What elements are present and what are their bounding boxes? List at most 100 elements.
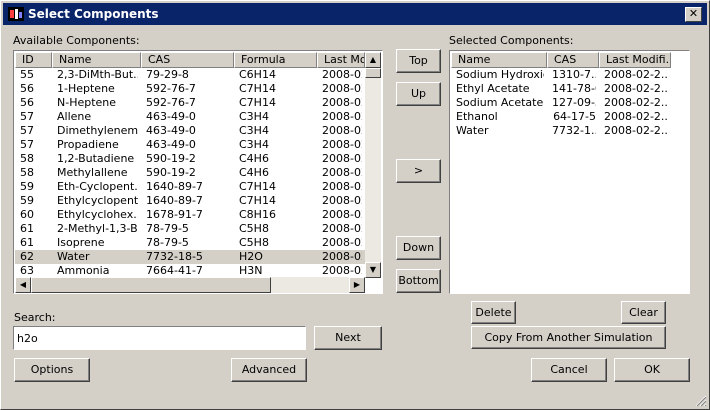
available-cell: C3H4: [239, 124, 269, 137]
available-cell: 2008-02-: [322, 68, 362, 81]
available-cell: 59: [20, 194, 34, 207]
selected-row[interactable]: Water 7732-1... 2008-02-2...: [451, 124, 671, 138]
available-cell: 1678-91-7: [146, 208, 203, 221]
available-cell: H2O: [239, 250, 263, 263]
available-row[interactable]: 58 Methylallene 590-19-2 C4H6 2008-02-: [15, 166, 365, 180]
available-row[interactable]: 59 Ethylcyclopent... 1640-89-7 C7H14 2008-02…: [15, 194, 365, 208]
delete-button[interactable]: Delete: [471, 301, 516, 324]
available-cell: 2008-02-: [322, 96, 362, 109]
options-button[interactable]: Options: [14, 358, 90, 382]
available-cell: Propadiene: [57, 138, 119, 151]
available-row[interactable]: 60 Ethylcyclohex... 1678-91-7 C8H16 2008-02-: [15, 208, 365, 222]
selected-cell: 1310-7...: [552, 68, 596, 81]
available-cell: 62: [20, 250, 34, 263]
selected-cell: Ethyl Acetate: [456, 82, 530, 95]
available-cell: C7H14: [239, 194, 276, 207]
selected-cell: 2008-02-2...: [604, 82, 668, 95]
available-row[interactable]: 63 Ammonia 7664-41-7 H3N 2008-02-: [15, 264, 365, 278]
app-icon: [8, 7, 24, 21]
cancel-button[interactable]: Cancel: [531, 358, 607, 382]
resize-grip-icon[interactable]: [695, 395, 707, 407]
available-row[interactable]: 62 Water 7732-18-5 H2O 2008-02-: [15, 250, 365, 264]
scroll-right-icon[interactable]: ▶: [349, 277, 365, 293]
available-row[interactable]: 59 Eth-Cyclopent... 1640-89-7 C7H14 2008-02-: [15, 180, 365, 194]
available-row[interactable]: 57 Propadiene 463-49-0 C3H4 2008-02-: [15, 138, 365, 152]
title-bar: Select Components ✕: [3, 3, 707, 25]
available-cell: 59: [20, 180, 34, 193]
selected-cell: 141-78-6: [552, 82, 596, 95]
available-cell: 79-29-8: [146, 68, 189, 81]
selected-column-header[interactable]: CAS: [547, 52, 599, 68]
available-cell: 2008-02-: [322, 264, 362, 277]
selected-cell: Ethanol: [456, 110, 498, 123]
scroll-up-icon[interactable]: ▲: [365, 52, 381, 68]
clear-button[interactable]: Clear: [621, 301, 666, 324]
available-column-header[interactable]: Formula: [234, 52, 317, 68]
down-button[interactable]: Down: [396, 236, 441, 260]
available-cell: 7732-18-5: [146, 250, 203, 263]
scroll-left-icon[interactable]: ◀: [15, 277, 31, 293]
copy-from-another-simulation-button[interactable]: Copy From Another Simulation: [471, 326, 666, 349]
available-row[interactable]: 57 Dimethylenem... 463-49-0 C3H4 2008-02-: [15, 124, 365, 138]
available-cell: 56: [20, 96, 34, 109]
available-cell: 63: [20, 264, 34, 277]
available-components-list[interactable]: IDNameCASFormulaLast Mod 55 2,3-DiMth-But…: [13, 50, 383, 294]
advanced-button[interactable]: Advanced: [231, 358, 307, 382]
available-column-header[interactable]: ID: [15, 52, 52, 68]
available-cell: 55: [20, 68, 34, 81]
available-cell: 2008-02-: [322, 110, 362, 123]
bottom-button[interactable]: Bottom: [396, 269, 441, 293]
selected-row[interactable]: Sodium Hydroxide 1310-7... 2008-02-2...: [451, 68, 671, 82]
available-cell: Ethylcyclohex...: [57, 208, 138, 221]
horizontal-scroll-thumb[interactable]: [31, 277, 271, 293]
available-column-header[interactable]: CAS: [141, 52, 234, 68]
available-cell: 2008-02-: [322, 180, 362, 193]
selected-row[interactable]: Ethanol 64-17-5 2008-02-2...: [451, 110, 671, 124]
selected-row[interactable]: Sodium Acetate 127-09-3 2008-02-2...: [451, 96, 671, 110]
scroll-down-icon[interactable]: ▼: [365, 262, 381, 278]
available-row[interactable]: 56 1-Heptene 592-76-7 C7H14 2008-02-: [15, 82, 365, 96]
top-button[interactable]: Top: [396, 49, 441, 73]
available-components-label: Available Components:: [13, 34, 140, 47]
available-cell: 2008-02-: [322, 250, 362, 263]
available-cell: H3N: [239, 264, 263, 277]
selected-components-list[interactable]: NameCASLast Modifi... Sodium Hydroxide 13…: [449, 50, 690, 294]
selected-cell: 2008-02-2...: [604, 110, 668, 123]
vertical-scroll-track[interactable]: [365, 68, 381, 262]
available-row[interactable]: 57 Allene 463-49-0 C3H4 2008-02-: [15, 110, 365, 124]
available-cell: C4H6: [239, 152, 269, 165]
selected-column-header[interactable]: Name: [451, 52, 547, 68]
vertical-scroll-thumb[interactable]: [365, 68, 381, 78]
available-cell: 592-76-7: [146, 96, 196, 109]
available-row[interactable]: 56 N-Heptene 592-76-7 C7H14 2008-02-: [15, 96, 365, 110]
selected-components-label: Selected Components:: [449, 34, 574, 47]
available-cell: 463-49-0: [146, 138, 196, 151]
selected-cell: Sodium Acetate: [456, 96, 544, 109]
close-icon[interactable]: ✕: [685, 7, 702, 22]
selected-cell: 2008-02-2...: [604, 68, 668, 81]
selected-row[interactable]: Ethyl Acetate 141-78-6 2008-02-2...: [451, 82, 671, 96]
available-row[interactable]: 61 Isoprene 78-79-5 C5H8 2008-02-: [15, 236, 365, 250]
available-cell: 2008-02-: [322, 222, 362, 235]
select-components-dialog: Select Components ✕ Available Components…: [0, 0, 710, 410]
available-cell: 2008-02-: [322, 236, 362, 249]
available-row[interactable]: 61 2-Methyl-1,3-B... 78-79-5 C5H8 2008-02-: [15, 222, 365, 236]
available-cell: C7H14: [239, 96, 276, 109]
available-cell: Isoprene: [57, 236, 105, 249]
add-component-button[interactable]: >: [396, 159, 441, 183]
next-button[interactable]: Next: [314, 326, 382, 350]
available-cell: 590-19-2: [146, 152, 196, 165]
available-cell: 57: [20, 138, 34, 151]
available-cell: Water: [57, 250, 90, 263]
available-column-header[interactable]: Name: [52, 52, 141, 68]
ok-button[interactable]: OK: [614, 358, 690, 382]
selected-column-header[interactable]: Last Modifi...: [599, 52, 671, 68]
available-cell: 2008-02-: [322, 194, 362, 207]
available-cell: 78-79-5: [146, 236, 189, 249]
available-row[interactable]: 58 1,2-Butadiene 590-19-2 C4H6 2008-02-: [15, 152, 365, 166]
search-input[interactable]: [13, 326, 306, 350]
available-cell: 592-76-7: [146, 82, 196, 95]
available-row[interactable]: 55 2,3-DiMth-But... 79-29-8 C6H14 2008-02-: [15, 68, 365, 82]
up-button[interactable]: Up: [396, 82, 441, 106]
available-column-header[interactable]: Last Mod: [317, 52, 365, 68]
